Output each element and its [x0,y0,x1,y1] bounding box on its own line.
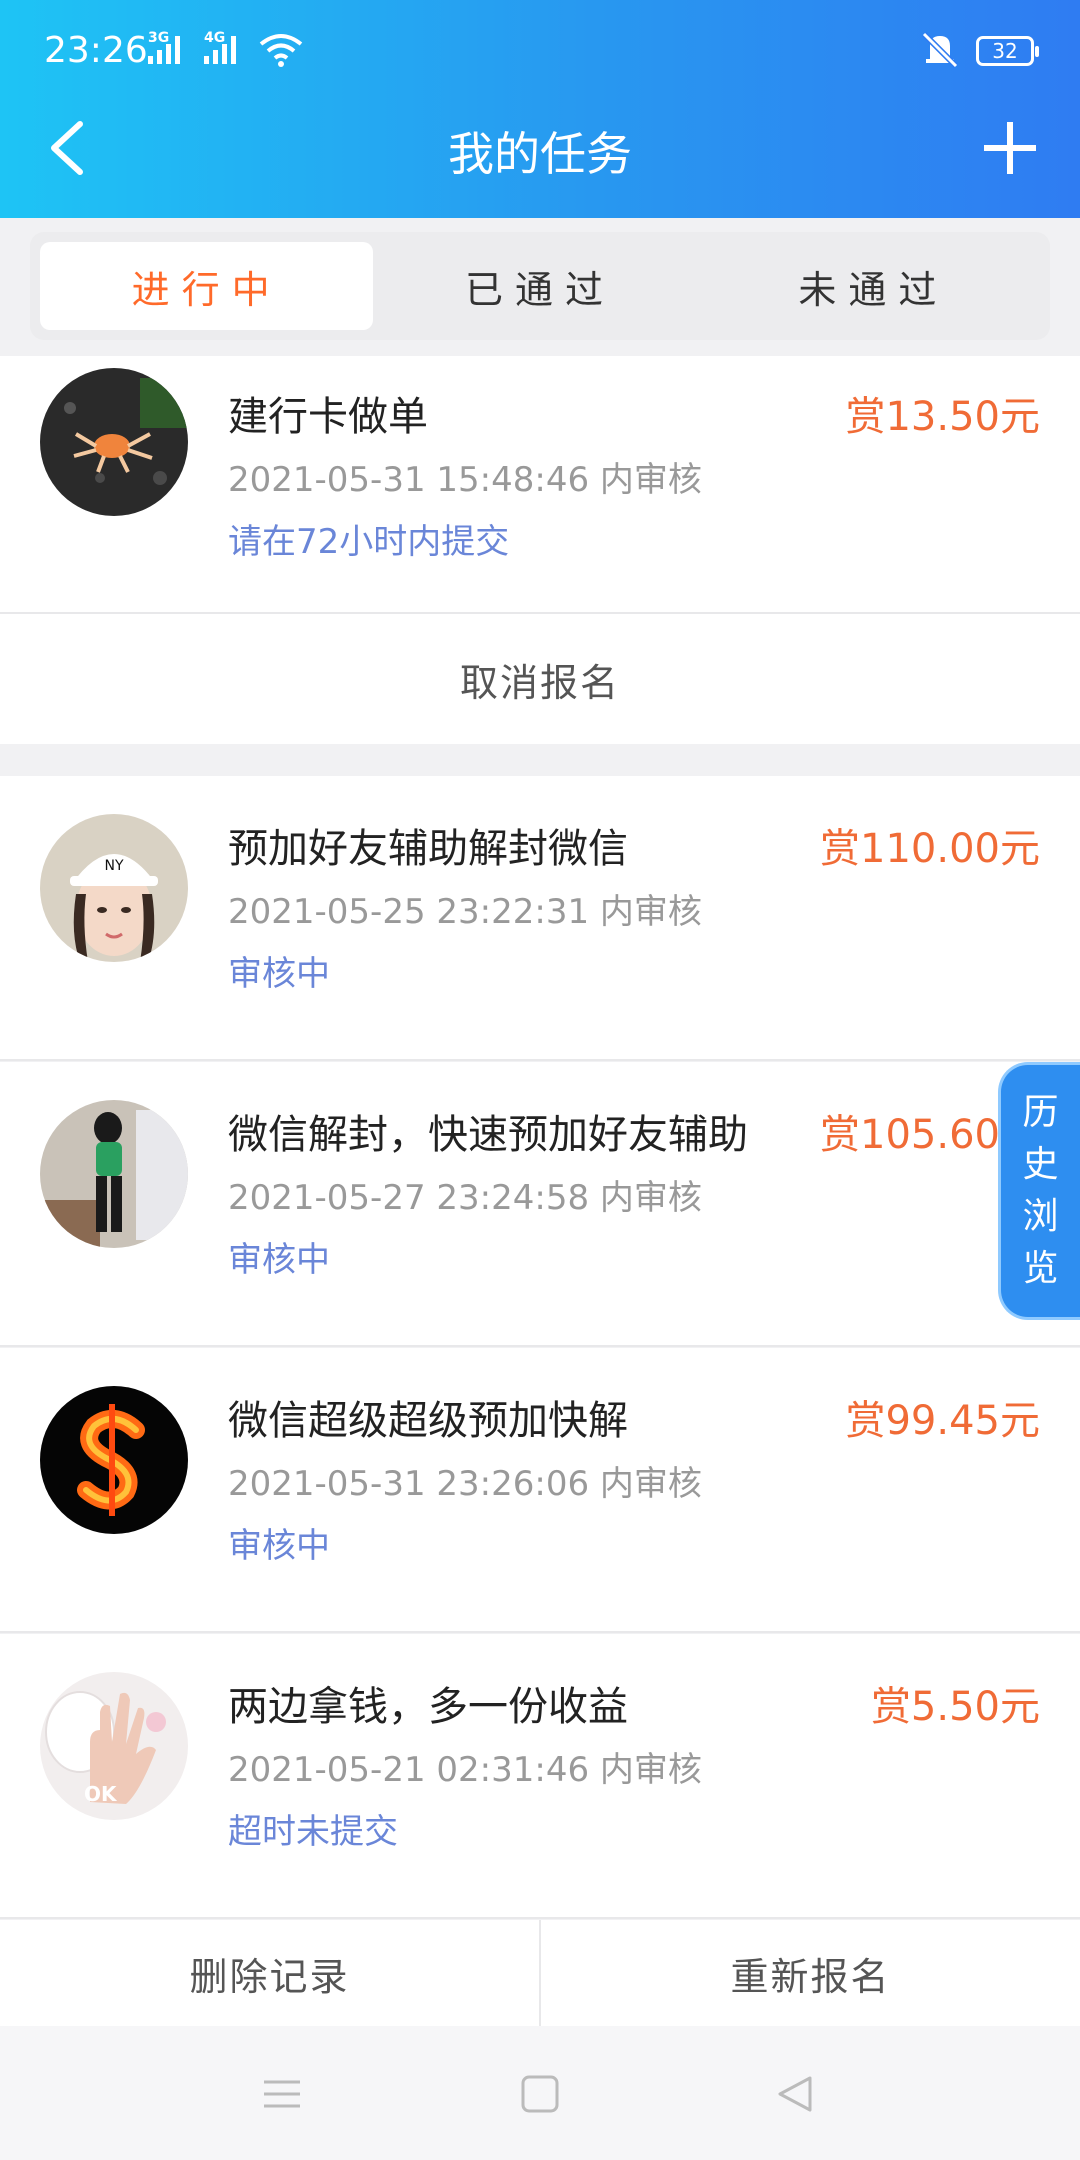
task-name: 预加好友辅助解封微信 [228,826,628,872]
task-name: 微信超级超级预加快解 [228,1398,628,1444]
history-browse-button[interactable]: 历 史 浏 览 [998,1062,1080,1320]
task-actions: 删除记录 重新报名 [0,1920,1080,2026]
task-reward: 赏99.45元 [845,1398,1040,1444]
avatar [40,1100,188,1248]
status-tabs: 进行中 已通过 未通过 [30,232,1050,340]
task-deadline: 2021-05-31 15:48:46 内审核 [228,460,702,500]
history-char: 史 [1022,1144,1059,1185]
signal-4g-icon: 4G [204,30,236,64]
task-deadline: 2021-05-25 23:22:31 内审核 [228,892,702,932]
avatar-caption: OK [84,1782,117,1806]
avatar: NY [40,814,188,962]
reapply-button[interactable]: 重新报名 [539,1920,1080,2026]
task-status: 审核中 [228,954,330,994]
svg-text:NY: NY [104,858,123,874]
status-time: 23:26 [44,30,148,71]
task-item[interactable]: NY 预加好友辅助解封微信 赏110.00元 2021-05-25 23:22:… [0,776,1080,1061]
tab-rejected[interactable]: 未通过 [707,242,1040,330]
avatar: OK [40,1672,188,1820]
signal-3g-icon: 3G [148,30,180,64]
back-nav-icon[interactable] [774,2074,814,2114]
task-status: 审核中 [228,1240,330,1280]
task-deadline: 2021-05-31 23:26:06 内审核 [228,1464,702,1504]
task-reward: 赏105.60 [820,1112,1000,1158]
history-char: 历 [1022,1092,1059,1133]
status-bar: 23:26 3G 4G 32 [0,0,1080,105]
task-item[interactable]: 微信超级超级预加快解 赏99.45元 2021-05-31 23:26:06 内… [0,1348,1080,1633]
task-reward: 赏110.00元 [820,826,1040,872]
battery-icon: 32 [976,36,1039,66]
task-item[interactable]: 微信解封，快速预加好友辅助 赏105.60 2021-05-27 23:24:5… [0,1062,1080,1347]
wifi-icon [259,34,303,67]
delete-record-button[interactable]: 删除记录 [0,1920,539,2026]
cancel-signup-button[interactable]: 取消报名 [0,614,1080,744]
task-name: 微信解封，快速预加好友辅助 [228,1112,748,1158]
task-deadline: 2021-05-27 23:24:58 内审核 [228,1178,702,1218]
avatar [40,368,188,516]
page-title: 我的任务 [448,127,632,181]
task-item[interactable]: 建行卡做单 赏13.50元 2021-05-31 15:48:46 内审核 请在… [0,356,1080,614]
task-reward: 赏5.50元 [870,1684,1040,1730]
task-name: 建行卡做单 [228,394,428,440]
history-char: 览 [1022,1248,1059,1289]
task-status: 超时未提交 [228,1812,398,1852]
task-status: 请在72小时内提交 [228,522,510,562]
task-name: 两边拿钱，多一份收益 [228,1684,628,1730]
tab-in-progress[interactable]: 进行中 [40,242,374,330]
tab-passed[interactable]: 已通过 [373,242,706,330]
history-char: 浏 [1022,1196,1059,1237]
task-status: 审核中 [228,1526,330,1566]
home-icon[interactable] [520,2074,560,2114]
app-header: 23:26 3G 4G 32 我的任务 [0,0,1080,218]
system-nav-bar [0,2026,1080,2160]
add-icon[interactable] [980,118,1040,178]
task-deadline: 2021-05-21 02:31:46 内审核 [228,1750,702,1790]
task-actions: 取消报名 [0,614,1080,744]
task-reward: 赏13.50元 [845,394,1040,440]
task-item[interactable]: OK 两边拿钱，多一份收益 赏5.50元 2021-05-21 02:31:46… [0,1634,1080,1919]
avatar [40,1386,188,1534]
menu-icon[interactable] [262,2074,302,2114]
vibrate-mute-icon [921,31,959,69]
